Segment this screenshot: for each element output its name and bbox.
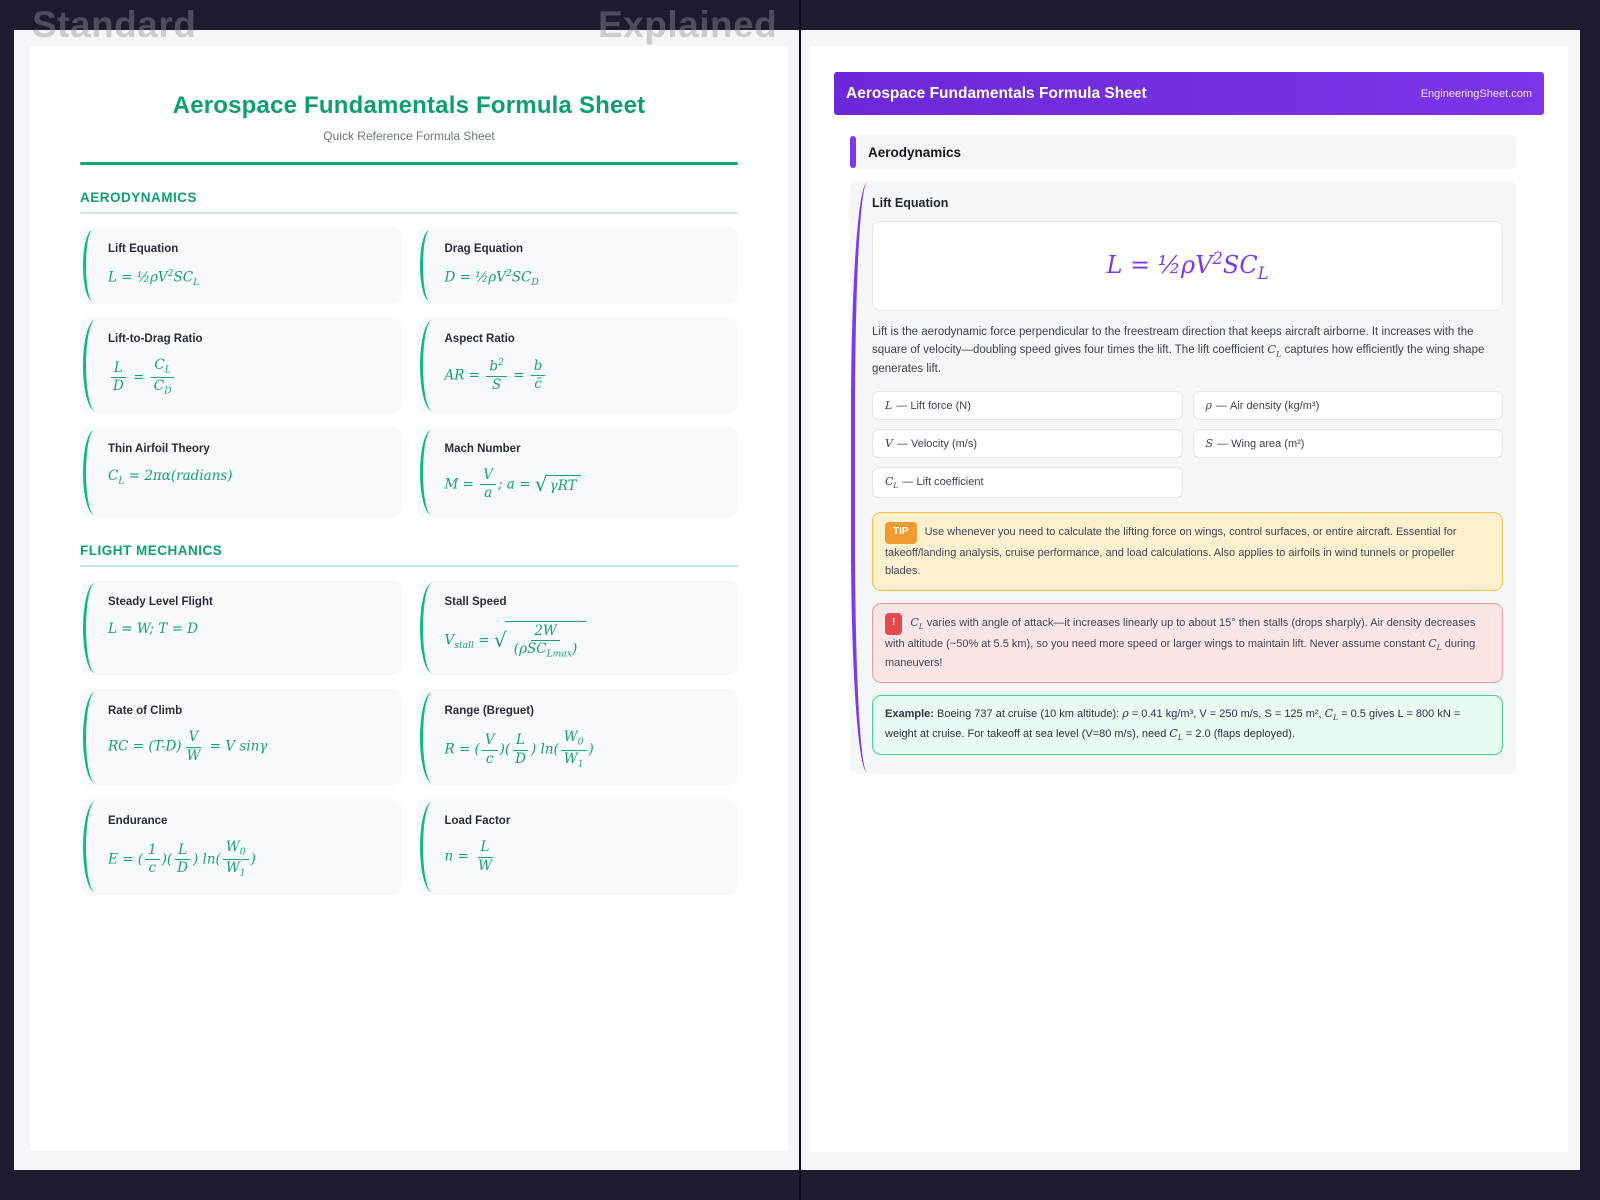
- variable-item: L — Lift force (N): [872, 391, 1183, 421]
- bracket-accent: [419, 429, 436, 515]
- formula-card: Lift-to-Drag Ratio LD = CL CD: [80, 317, 402, 414]
- bracket-accent: [419, 230, 436, 302]
- formula-expression: Vstall = √ 2W (ρSCLmax): [445, 620, 723, 661]
- variable-item: CL — Lift coefficient: [872, 467, 1183, 499]
- topic-description: Lift is the aerodynamic force perpendicu…: [872, 326, 1485, 375]
- bracket-accent: [419, 692, 436, 783]
- section-accent-bar: [850, 136, 856, 168]
- formula-card-title: Aspect Ratio: [444, 333, 515, 346]
- warning-badge: !: [885, 613, 903, 635]
- variable-desc: — Wing area (m²): [1217, 438, 1305, 451]
- formula-expression: n = LW: [444, 838, 493, 874]
- variable-desc: — Lift force (N): [896, 400, 971, 413]
- tip-text: Use whenever you need to calculate the l…: [885, 526, 1457, 577]
- bracket-accent: [83, 429, 99, 515]
- section-bar-label: Aerodynamics: [868, 144, 962, 160]
- formula-card-title: Load Factor: [444, 814, 511, 827]
- purple-header-bar: Aerospace Fundamentals Formula Sheet Eng…: [834, 72, 1544, 115]
- formula-card: Steady Level Flight L = W; T = D: [80, 579, 402, 677]
- formula-expression: L = ½ρV2SCL: [108, 268, 200, 289]
- variable-symbol: V: [885, 437, 893, 451]
- formula-card: Stall Speed Vstall = √ 2W (ρSCLmax): [416, 579, 738, 677]
- main-formula-box: L = ½ρV2SCL: [872, 221, 1503, 311]
- bracket-accent: [419, 320, 436, 411]
- formula-card: Thin Airfoil Theory CL = 2πα(radians): [80, 426, 402, 518]
- explained-pane: Aerospace Fundamentals Formula Sheet Eng…: [801, 30, 1580, 1170]
- formula-expression: M = Va; a = √ γRT: [445, 467, 723, 502]
- bracket-accent: [851, 183, 871, 773]
- bracket-accent: [83, 801, 99, 893]
- formula-card-title: Endurance: [108, 814, 168, 827]
- explained-pane-label: Explained: [598, 4, 778, 45]
- standard-pane: Aerospace Fundamentals Formula Sheet Qui…: [14, 30, 799, 1170]
- tip-badge: TIP: [885, 522, 917, 544]
- formula-grid-aerodynamics: Lift Equation L = ½ρV2SCL Drag Equation …: [80, 227, 738, 518]
- variable-item: S — Wing area (m²): [1192, 429, 1503, 459]
- formula-expression: RC = (T-D) V W = V sinγ: [108, 729, 268, 764]
- lift-equation-block: Lift Equation L = ½ρV2SCL Lift is the ae…: [850, 181, 1516, 775]
- variable-desc: — Velocity (m/s): [896, 438, 978, 451]
- bracket-accent: [83, 230, 99, 302]
- formula-card-title: Range (Breguet): [444, 705, 534, 718]
- formula-card-title: Lift Equation: [108, 243, 179, 255]
- tip-note: TIP Use whenever you need to calculate th…: [872, 512, 1503, 592]
- formula-card: Rate of Climb RC = (T-D) V W = V sinγ: [80, 689, 402, 786]
- variable-symbol: L: [885, 399, 893, 413]
- topic-title: Lift Equation: [872, 196, 949, 210]
- formula-card: Mach Number M = Va; a = √ γRT: [416, 426, 738, 518]
- formula-expression: CL = 2πα(radians): [108, 467, 233, 487]
- formula-expression: D = ½ρV2SCD: [444, 268, 539, 289]
- formula-card-title: Lift-to-Drag Ratio: [108, 333, 203, 346]
- formula-card-title: Thin Airfoil Theory: [108, 442, 210, 455]
- formula-card-title: Drag Equation: [444, 243, 524, 255]
- standard-pane-label: Standard: [32, 4, 197, 45]
- section-bar-aerodynamics: Aerodynamics: [850, 135, 1516, 169]
- section-header-aerodynamics: AERODYNAMICS: [80, 190, 738, 214]
- formula-expression: AR = b2 S = b c̄: [445, 357, 723, 394]
- formula-expression: E = (1 c)(L D) ln(W0 W1): [108, 838, 256, 879]
- formula-expression: LD = CL CD: [108, 357, 386, 398]
- sheet-title: Aerospace Fundamentals Formula Sheet: [172, 92, 646, 119]
- title-divider: [80, 162, 738, 165]
- variable-symbol: S: [1205, 437, 1214, 451]
- variable-desc: — Air density (kg/m³): [1215, 400, 1320, 413]
- comparison-view: Aerospace Fundamentals Formula Sheet Qui…: [0, 0, 1600, 1200]
- explained-sheet: Aerospace Fundamentals Formula Sheet Eng…: [810, 46, 1568, 1152]
- variable-item: V — Velocity (m/s): [872, 429, 1183, 459]
- formula-card: Lift Equation L = ½ρV2SCL: [80, 227, 402, 305]
- formula-card: Drag Equation D = ½ρV2SCD: [416, 227, 738, 305]
- formula-expression: L = W; T = D: [108, 620, 199, 637]
- warning-text: CL varies with angle of attack—it increa…: [885, 616, 1476, 670]
- main-formula: L = ½ρV2SCL: [1106, 249, 1269, 283]
- variable-list: L — Lift force (N) ρ — Air density (kg/m³)…: [872, 391, 1503, 499]
- formula-card: Aspect Ratio AR = b2 S = b c̄: [416, 317, 738, 414]
- formula-card: Load Factor n = LW: [416, 798, 738, 896]
- variable-symbol: CL: [885, 475, 899, 491]
- example-text: Boeing 737 at cruise (10 km altitude): ρ…: [885, 707, 1461, 742]
- variable-desc: — Lift coefficient: [902, 476, 984, 489]
- formula-card: Range (Breguet) R = (Vc)(L D) ln(W0 W1): [416, 689, 738, 786]
- formula-card-title: Rate of Climb: [108, 705, 183, 718]
- variable-symbol: ρ: [1205, 399, 1212, 413]
- sheet-subtitle: Quick Reference Formula Sheet: [323, 129, 495, 143]
- bracket-accent: [419, 801, 436, 893]
- explained-title: Aerospace Fundamentals Formula Sheet: [846, 84, 1147, 102]
- formula-card-title: Stall Speed: [444, 595, 507, 608]
- bracket-accent: [419, 582, 436, 674]
- standard-sheet: Aerospace Fundamentals Formula Sheet Qui…: [30, 46, 788, 1150]
- section-header-flight-mechanics: FLIGHT MECHANICS: [80, 543, 738, 567]
- site-name: EngineeringSheet.com: [1420, 87, 1532, 100]
- formula-grid-flight-mechanics: Steady Level Flight L = W; T = D Stall S…: [80, 579, 738, 896]
- bracket-accent: [83, 582, 99, 674]
- example-label: Example:: [885, 708, 934, 721]
- bracket-accent: [83, 320, 99, 411]
- formula-card: Endurance E = (1 c)(L D) ln(W0 W1): [80, 798, 402, 896]
- formula-card-title: Mach Number: [444, 442, 521, 455]
- bracket-accent: [83, 692, 99, 783]
- formula-card-title: Steady Level Flight: [108, 595, 213, 608]
- warning-note: ! CL varies with angle of attack—it incre…: [872, 603, 1503, 684]
- formula-expression: R = (Vc)(L D) ln(W0 W1): [444, 729, 594, 770]
- variable-item: ρ — Air density (kg/m³): [1192, 391, 1503, 421]
- example-note: Example: Boeing 737 at cruise (10 km alt…: [872, 695, 1503, 756]
